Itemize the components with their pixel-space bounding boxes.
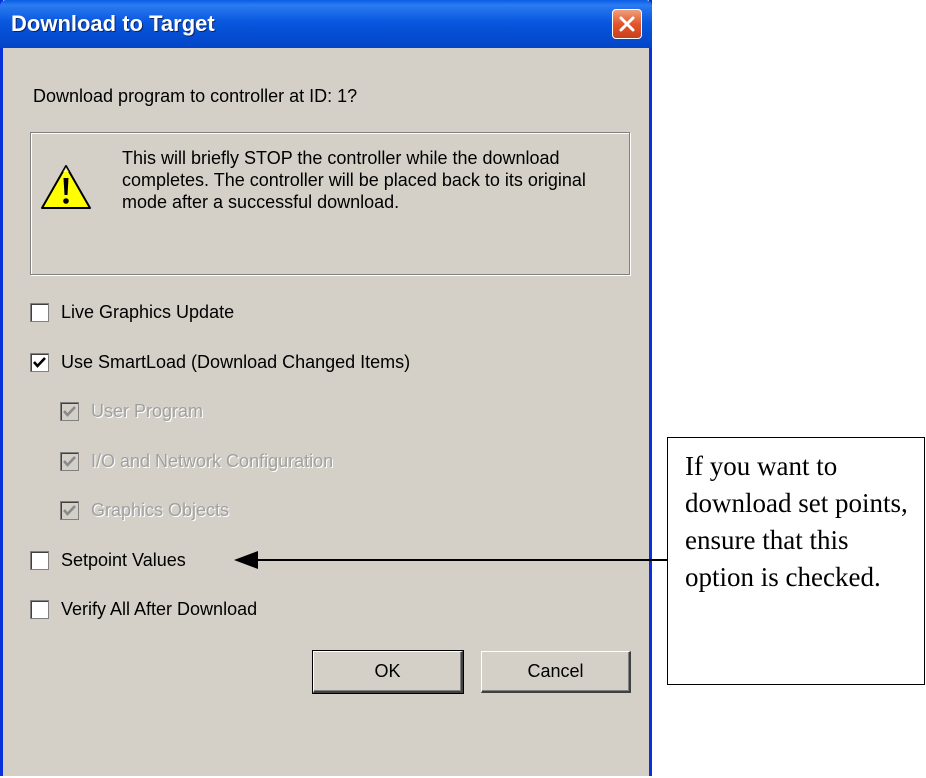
close-icon <box>619 16 635 32</box>
warning-icon <box>41 165 91 209</box>
download-dialog: Download to Target Download program to c… <box>0 0 652 776</box>
checkbox-smartload[interactable] <box>30 353 49 372</box>
option-label: Live Graphics Update <box>61 302 235 322</box>
option-smartload[interactable]: Use SmartLoad (Download Changed Items) <box>30 352 410 373</box>
option-label: User Program <box>91 401 204 421</box>
download-prompt: Download program to controller at ID: 1? <box>33 86 358 106</box>
close-button[interactable] <box>612 9 642 39</box>
option-user-program: User Program <box>60 401 203 422</box>
annotation-callout: If you want to download set points, ensu… <box>667 437 925 685</box>
option-verify-all[interactable]: Verify All After Download <box>30 599 257 620</box>
checkbox-user-program <box>60 402 79 421</box>
cancel-button[interactable]: Cancel <box>481 651 631 693</box>
arrow-left-icon <box>234 551 667 569</box>
option-label: Setpoint Values <box>61 550 186 570</box>
checkbox-setpoint-values[interactable] <box>30 551 49 570</box>
ok-button[interactable]: OK <box>312 650 464 694</box>
checkbox-graphics-objects <box>60 501 79 520</box>
option-label: I/O and Network Configuration <box>91 451 334 471</box>
option-label: Verify All After Download <box>61 599 258 619</box>
title-bar[interactable]: Download to Target <box>0 0 652 48</box>
option-live-graphics[interactable]: Live Graphics Update <box>30 302 234 323</box>
dialog-body: Download program to controller at ID: 1?… <box>3 48 649 776</box>
checkmark-icon <box>63 406 76 417</box>
checkbox-verify-all[interactable] <box>30 600 49 619</box>
option-setpoint-values[interactable]: Setpoint Values <box>30 550 186 571</box>
checkbox-io-network <box>60 452 79 471</box>
checkmark-icon <box>33 357 46 368</box>
option-label: Graphics Objects <box>91 500 230 520</box>
checkbox-live-graphics[interactable] <box>30 303 49 322</box>
warning-text: This will briefly STOP the controller wh… <box>122 148 586 212</box>
warning-panel: This will briefly STOP the controller wh… <box>30 132 630 275</box>
option-graphics-objects: Graphics Objects <box>60 500 229 521</box>
checkmark-icon <box>63 456 76 467</box>
option-io-network: I/O and Network Configuration <box>60 451 333 472</box>
dialog-title: Download to Target <box>11 11 215 36</box>
option-label: Use SmartLoad (Download Changed Items) <box>61 352 411 372</box>
checkmark-icon <box>63 505 76 516</box>
